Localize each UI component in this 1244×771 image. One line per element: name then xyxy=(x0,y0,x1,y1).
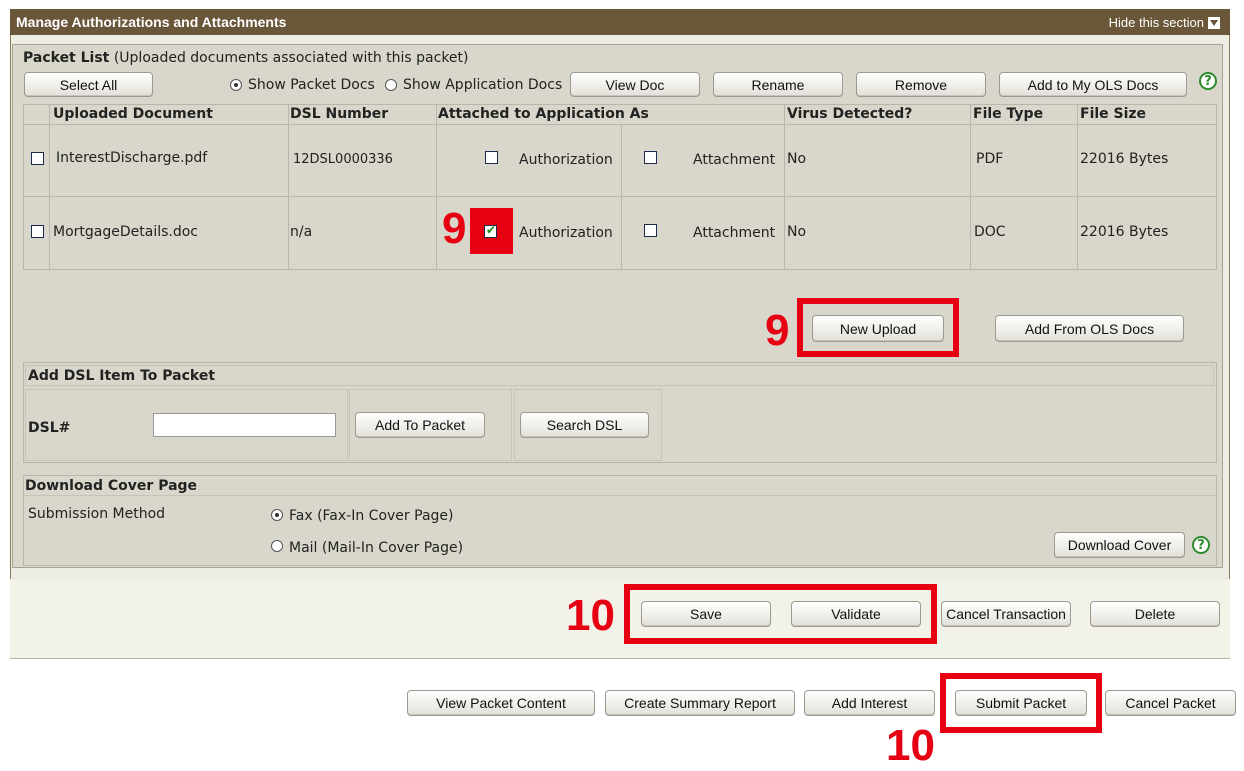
attachment-label: Attachment xyxy=(693,152,776,168)
row-file-type: PDF xyxy=(976,151,1004,167)
section-title: Manage Authorizations and Attachments xyxy=(16,14,287,30)
section-header: Manage Authorizations and Attachments Hi… xyxy=(10,9,1230,35)
packet-list-heading: Packet List (Uploaded documents associat… xyxy=(23,50,469,66)
row-dsl-number: 12DSL0000336 xyxy=(293,152,393,167)
fax-label: Fax (Fax-In Cover Page) xyxy=(289,508,454,524)
authorization-checkbox[interactable] xyxy=(484,223,497,238)
submission-method-label: Submission Method xyxy=(28,506,166,522)
cancel-packet-button[interactable]: Cancel Packet xyxy=(1105,690,1236,716)
col-header-file-type: File Type xyxy=(973,106,1044,122)
attachment-checkbox[interactable] xyxy=(644,224,657,237)
col-header-file-size: File Size xyxy=(1080,106,1147,122)
remove-button[interactable]: Remove xyxy=(856,72,986,97)
row-file-size: 22016 Bytes xyxy=(1080,224,1169,240)
select-all-button[interactable]: Select All xyxy=(24,72,153,97)
authorization-label: Authorization xyxy=(519,225,613,241)
delete-button[interactable]: Delete xyxy=(1090,601,1220,627)
create-summary-report-button[interactable]: Create Summary Report xyxy=(605,690,795,716)
row-file-type: DOC xyxy=(974,224,1006,240)
step9-marker: 9 xyxy=(442,204,467,253)
row-select-checkbox[interactable] xyxy=(31,152,44,165)
row-file-size: 22016 Bytes xyxy=(1080,151,1169,167)
validate-button[interactable]: Validate xyxy=(791,601,921,627)
rename-button[interactable]: Rename xyxy=(713,72,843,97)
step10-marker: 10 xyxy=(566,591,615,640)
authorization-label: Authorization xyxy=(519,152,613,168)
authorization-checkbox[interactable] xyxy=(485,151,498,164)
row-dsl-number: n/a xyxy=(290,224,313,240)
row-virus-detected: No xyxy=(787,151,807,167)
collapse-arrow-icon xyxy=(1208,16,1220,29)
save-button[interactable]: Save xyxy=(641,601,771,627)
submit-packet-button[interactable]: Submit Packet xyxy=(955,690,1087,716)
show-packet-docs-label: Show Packet Docs xyxy=(248,77,375,93)
row-select-checkbox[interactable] xyxy=(31,225,44,238)
col-header-uploaded-document: Uploaded Document xyxy=(53,106,213,122)
cancel-transaction-button[interactable]: Cancel Transaction xyxy=(941,601,1071,627)
search-dsl-button[interactable]: Search DSL xyxy=(520,412,649,438)
attachment-label: Attachment xyxy=(693,225,776,241)
add-interest-button[interactable]: Add Interest xyxy=(804,690,935,716)
add-to-my-ols-docs-button[interactable]: Add to My OLS Docs xyxy=(999,72,1187,97)
help-icon[interactable]: ? xyxy=(1192,536,1210,554)
fax-radio[interactable] xyxy=(271,509,283,521)
step10-marker: 10 xyxy=(886,721,935,770)
row-virus-detected: No xyxy=(787,224,807,240)
add-dsl-heading: Add DSL Item To Packet xyxy=(28,368,216,384)
dsl-number-input[interactable] xyxy=(153,413,336,437)
hide-section-toggle[interactable]: Hide this section xyxy=(1109,15,1220,30)
documents-table xyxy=(23,104,1217,270)
view-doc-button[interactable]: View Doc xyxy=(570,72,700,97)
dsl-label: DSL# xyxy=(28,420,71,436)
hide-section-label: Hide this section xyxy=(1108,15,1204,30)
show-application-docs-label: Show Application Docs xyxy=(403,77,563,93)
row-filename[interactable]: MortgageDetails.doc xyxy=(53,224,198,240)
step9-marker: 9 xyxy=(765,306,790,355)
col-header-dsl-number: DSL Number xyxy=(290,106,389,122)
cover-page-heading: Download Cover Page xyxy=(25,478,198,494)
download-cover-button[interactable]: Download Cover xyxy=(1054,532,1185,558)
show-packet-docs-radio[interactable] xyxy=(230,79,242,91)
help-icon[interactable]: ? xyxy=(1199,72,1217,90)
new-upload-button[interactable]: New Upload xyxy=(812,315,944,342)
mail-label: Mail (Mail-In Cover Page) xyxy=(289,540,464,556)
col-header-attached-as: Attached to Application As xyxy=(438,106,649,122)
mail-radio[interactable] xyxy=(271,540,283,552)
add-from-ols-docs-button[interactable]: Add From OLS Docs xyxy=(995,315,1184,342)
col-header-virus-detected: Virus Detected? xyxy=(787,106,913,122)
show-application-docs-radio[interactable] xyxy=(385,79,397,91)
attachment-checkbox[interactable] xyxy=(644,151,657,164)
add-to-packet-button[interactable]: Add To Packet xyxy=(355,412,485,438)
view-packet-content-button[interactable]: View Packet Content xyxy=(407,690,595,716)
row-filename[interactable]: InterestDischarge.pdf xyxy=(56,150,207,166)
